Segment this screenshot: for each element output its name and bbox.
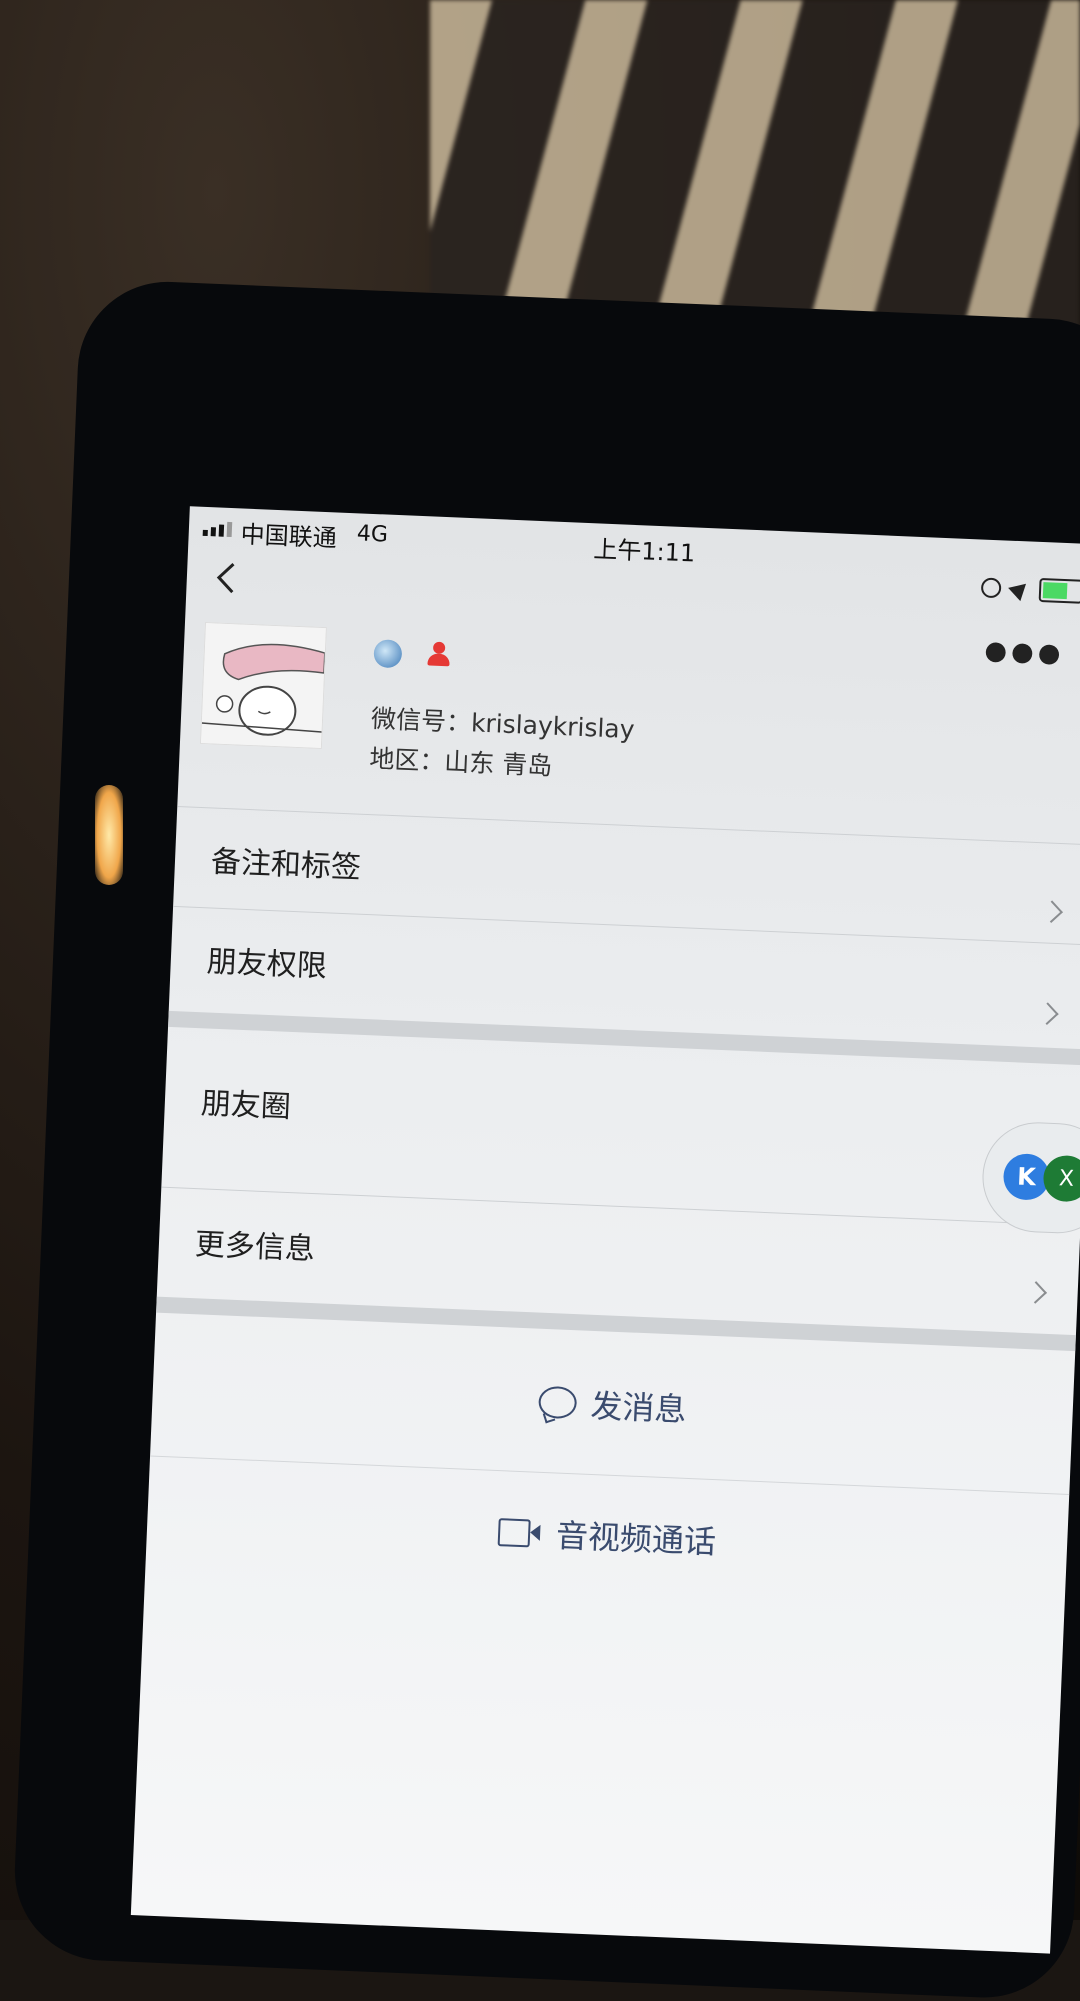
status-icons xyxy=(980,575,1080,604)
video-icon xyxy=(497,1517,543,1547)
row-label: 更多信息 xyxy=(194,1227,316,1268)
phone-screen: 中国联通 4G 上午1:11 ●●● 微信号：krislaykrislay 地区… xyxy=(0,500,1080,1954)
status-time: 上午1:11 xyxy=(592,535,696,568)
send-message-button[interactable]: 发消息 xyxy=(151,1326,1075,1484)
video-call-button[interactable]: 音视频通话 xyxy=(145,1455,1070,1614)
carrier-name: 中国联通 xyxy=(240,520,338,553)
more-options-button[interactable]: ●●● xyxy=(984,636,1065,669)
send-message-label: 发消息 xyxy=(589,1386,688,1429)
back-icon xyxy=(216,563,235,594)
background-fabric xyxy=(430,0,1080,330)
row-label: 朋友圈 xyxy=(200,1086,292,1126)
avatar-drawing xyxy=(200,623,326,748)
location-icon xyxy=(1008,577,1033,602)
signal-icon xyxy=(202,521,233,538)
wechat-id: 微信号：krislaykrislay xyxy=(370,704,636,745)
rotation-lock-icon xyxy=(980,577,1002,599)
chat-icon xyxy=(537,1385,578,1420)
pin-icon xyxy=(373,639,403,669)
chevron-icon xyxy=(1024,1281,1047,1304)
video-call-label: 音视频通话 xyxy=(555,1516,717,1561)
x-app-icon: X xyxy=(1042,1154,1080,1203)
contact-profile-screen: 中国联通 4G 上午1:11 ●●● 微信号：krislaykrislay 地区… xyxy=(130,506,1080,1954)
row-label: 备注和标签 xyxy=(210,844,362,886)
battery-icon xyxy=(1038,577,1080,604)
chevron-icon xyxy=(1036,1002,1059,1025)
row-label: 朋友权限 xyxy=(206,944,328,985)
avatar[interactable] xyxy=(199,622,327,750)
back-button[interactable] xyxy=(206,557,248,599)
chevron-icon xyxy=(1040,900,1063,924)
person-icon xyxy=(425,641,452,668)
region: 地区：山东 青岛 xyxy=(368,744,553,781)
profile-badges xyxy=(373,639,452,670)
network-type: 4G xyxy=(356,521,389,548)
more-icon: ●●● xyxy=(983,635,1066,670)
